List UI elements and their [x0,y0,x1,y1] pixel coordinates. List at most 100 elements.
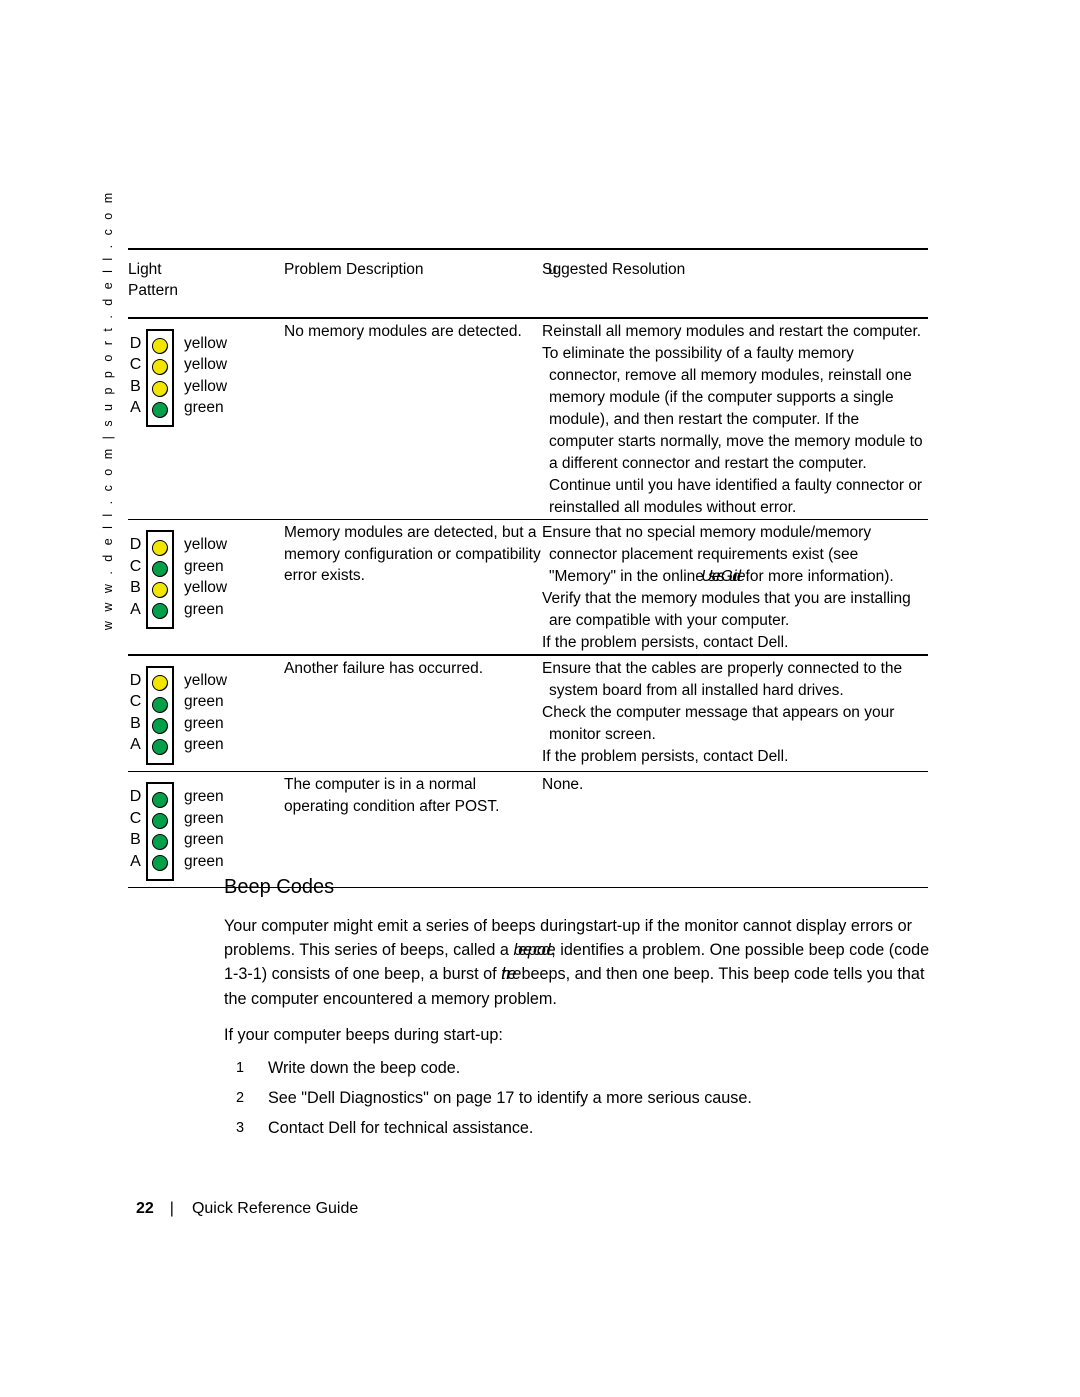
led-letter: D [129,788,142,806]
italic-users-guide: User s Guide [701,568,745,586]
led-light-icon [152,812,168,829]
beep-para-italic-beep-code: beep code [513,941,555,960]
problem-description-cell: Memory modules are detected, but a memor… [284,524,541,585]
led-color-label-column: green green green green [184,782,224,872]
led-letter-column: D C B A [128,782,143,872]
resolution-item: Ensure that no special memory module/mem… [542,522,928,588]
led-color-label-column: yellow green green green [184,666,227,756]
led-letter: C [129,693,142,711]
led-color-label: green [184,714,224,732]
beep-codes-section: Beep Codes Your computer might emit a se… [224,874,934,1143]
led-color-label: green [184,399,224,417]
resolution-item: Ensure that the cables are properly conn… [542,659,903,699]
led-letter: B [130,831,141,849]
header-light-pattern-line1: Light [128,261,162,278]
led-letter: A [130,600,141,618]
led-light-icon [152,539,168,556]
led-letter: C [129,557,142,575]
header-problem-description: Problem Description [284,261,424,278]
step-text: See "Dell Diagnostics" on page 17 to ide… [268,1089,752,1108]
led-color-label: yellow [184,377,228,395]
led-light-icon [152,401,168,418]
led-light-icon [152,603,168,620]
led-letter: A [130,736,141,754]
problem-description-cell: The computer is in a normal operating co… [284,776,500,815]
led-color-label: green [184,809,224,827]
led-letter-column: D C B A [128,530,143,620]
led-indicator-block: D C B A yellow yellow yellow green [128,319,284,434]
step-number: 2 [236,1090,245,1107]
led-letter-column: D C B A [128,666,143,756]
diagnostic-lights-table: Light Pattern Problem Description Sugges… [128,248,928,889]
led-letter: B [130,714,141,732]
header-resolution-rest: ggested Resolution [552,261,686,278]
led-color-label: green [184,788,224,806]
led-light-icon [152,696,168,713]
led-letter: D [129,334,142,352]
led-color-label-column: yellow yellow yellow green [184,329,227,419]
resolution-item: Reinstall all memory modules and restart… [542,322,922,340]
resolution-item: Verify that the memory modules that you … [542,590,911,630]
led-light-icon [152,380,168,397]
beep-codes-lead-line: If your computer beeps during start-up: [224,1025,503,1044]
led-color-label: green [184,852,224,870]
led-light-icon [152,675,168,692]
resolution-item: If the problem persists, contact Dell. [542,634,789,652]
suggested-resolution-cell: Ensure that the cables are properly conn… [542,656,928,768]
led-color-label: yellow [184,579,228,597]
led-letter: C [129,356,142,374]
led-color-label: green [184,693,224,711]
led-color-label: yellow [184,356,228,374]
document-title: Quick Reference Guide [191,1200,359,1217]
list-item: 3 Contact Dell for technical assistance. [224,1113,934,1143]
led-color-label: green [184,736,224,754]
led-box [146,530,174,629]
led-color-label: yellow [184,536,228,554]
led-letter: A [130,399,141,417]
led-light-icon [152,359,168,376]
led-color-label: yellow [184,671,228,689]
led-light-icon [152,338,168,355]
led-color-label: green [184,557,224,575]
running-head-sidebar: w w w . d e l l . c o m | s u p p o r t … [88,190,128,630]
light-pattern-cell: D C B A yellow green yellow green [128,520,284,635]
led-color-label: green [184,831,224,849]
page-footer: 22 | Quick Reference Guide [136,1200,358,1218]
led-color-label-column: yellow green yellow green [184,530,227,620]
led-indicator-block: D C B A yellow green green green [128,656,284,771]
light-pattern-cell: D C B A yellow yellow yellow green [128,319,284,434]
led-letter: D [129,536,142,554]
led-letter: C [129,809,142,827]
step-number: 3 [236,1120,245,1137]
led-letter-column: D C B A [128,329,143,419]
led-box [146,782,174,881]
resolution-item: If the problem persists, contact Dell. [542,747,789,765]
table-row: D C B A yellow green yellow green Memory… [128,520,928,654]
header-resolution-squeeze: Su [542,261,557,278]
resolution-item: Check the computer message that appears … [542,703,895,743]
led-letter: D [129,671,142,689]
suggested-resolution-cell: None. [542,772,928,796]
footer-separator: | [169,1200,174,1217]
suggested-resolution-cell: Ensure that no special memory module/mem… [542,520,928,654]
header-light-pattern: Light Pattern [128,250,284,317]
led-box [146,328,174,428]
beep-para-italic-three: three [501,965,521,984]
led-indicator-block: D C B A green green green green [128,772,284,887]
problem-description-cell: Another failure has occurred. [284,659,484,677]
problem-description-cell: No memory modules are detected. [284,322,522,340]
led-color-label: yellow [184,334,228,352]
suggested-resolution-cell: Reinstall all memory modules and restart… [542,319,928,519]
step-text: Contact Dell for technical assistance. [268,1119,534,1138]
led-light-icon [152,738,168,755]
beep-codes-steps-list: 1 Write down the beep code. 2 See "Dell … [224,1053,934,1143]
step-number: 1 [236,1060,245,1077]
list-item: 1 Write down the beep code. [224,1053,934,1083]
led-light-icon [152,582,168,599]
led-light-icon [152,560,168,577]
table-row: D C B A green green green green The comp… [128,772,928,887]
light-pattern-cell: D C B A yellow green green green [128,656,284,771]
list-item: 2 See "Dell Diagnostics" on page 17 to i… [224,1083,934,1113]
step-text: Write down the beep code. [268,1059,461,1078]
light-pattern-cell: D C B A green green green green [128,772,284,887]
